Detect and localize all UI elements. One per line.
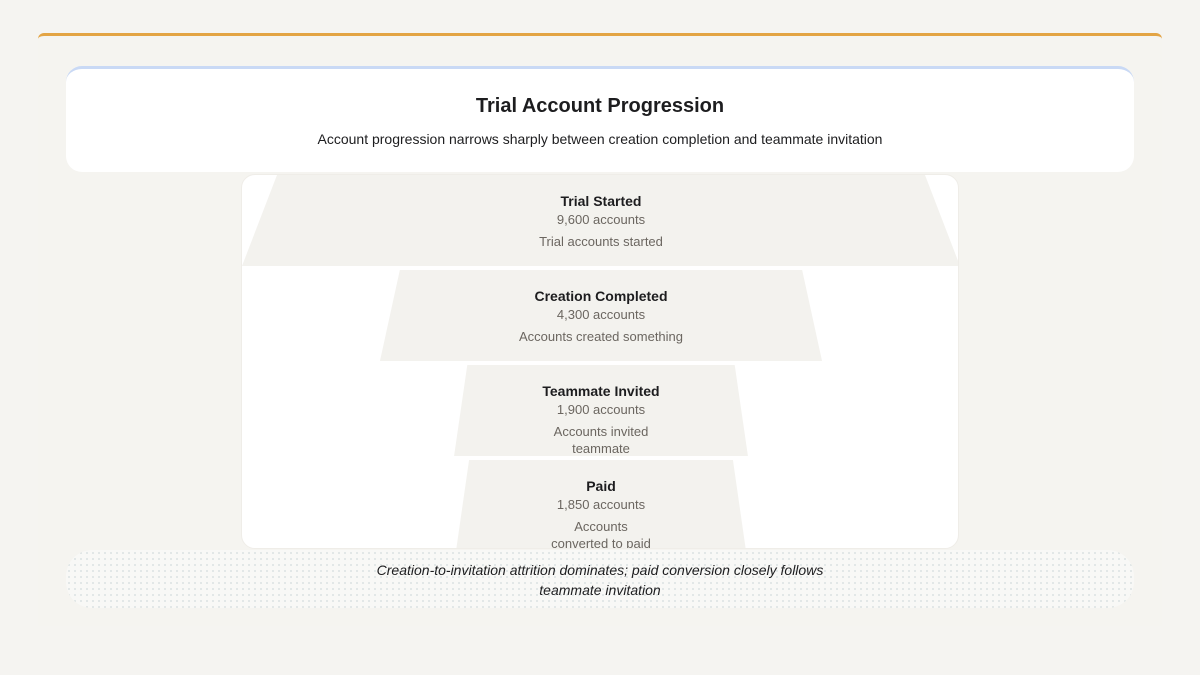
stage-value: 1,900 accounts (556, 402, 646, 417)
header-card: Trial Account Progression Account progre… (66, 66, 1134, 172)
footer-note: Creation-to-invitation attrition dominat… (376, 562, 824, 598)
funnel-card: Trial Started 9,600 accounts Trial account… (241, 174, 959, 549)
stage-description: Accounts created something (518, 329, 684, 344)
stage-value: 1,850 accounts (556, 497, 646, 512)
stage-label-trial-started: Trial Started 9,600 accounts Trial account… (242, 192, 958, 250)
stage-name: Trial Started (560, 193, 642, 209)
chart-title: Trial Account Progression (475, 95, 725, 117)
stage-name: Paid (586, 478, 616, 494)
stage-name: Creation Completed (534, 288, 668, 304)
stage-value: 4,300 accounts (556, 307, 646, 322)
stage-value: 9,600 accounts (556, 212, 646, 227)
stage-label-teammate-invited: Teammate Invited 1,900 accounts Accounts i… (242, 382, 958, 457)
footer-card: Creation-to-invitation attrition dominat… (66, 550, 1134, 608)
stage-name: Teammate Invited (542, 383, 660, 399)
stage-description: Accounts invited teammate (553, 424, 649, 456)
stage-description: Trial accounts started (539, 234, 663, 249)
stage-label-paid: Paid 1,850 accounts Accounts converted to … (242, 477, 958, 549)
stage-label-creation-completed: Creation Completed 4,300 accounts Accounts… (242, 287, 958, 345)
stage-description: Accounts converted to paid (551, 519, 651, 549)
chart-subtitle: Account progression narrows sharply betw… (317, 131, 883, 147)
